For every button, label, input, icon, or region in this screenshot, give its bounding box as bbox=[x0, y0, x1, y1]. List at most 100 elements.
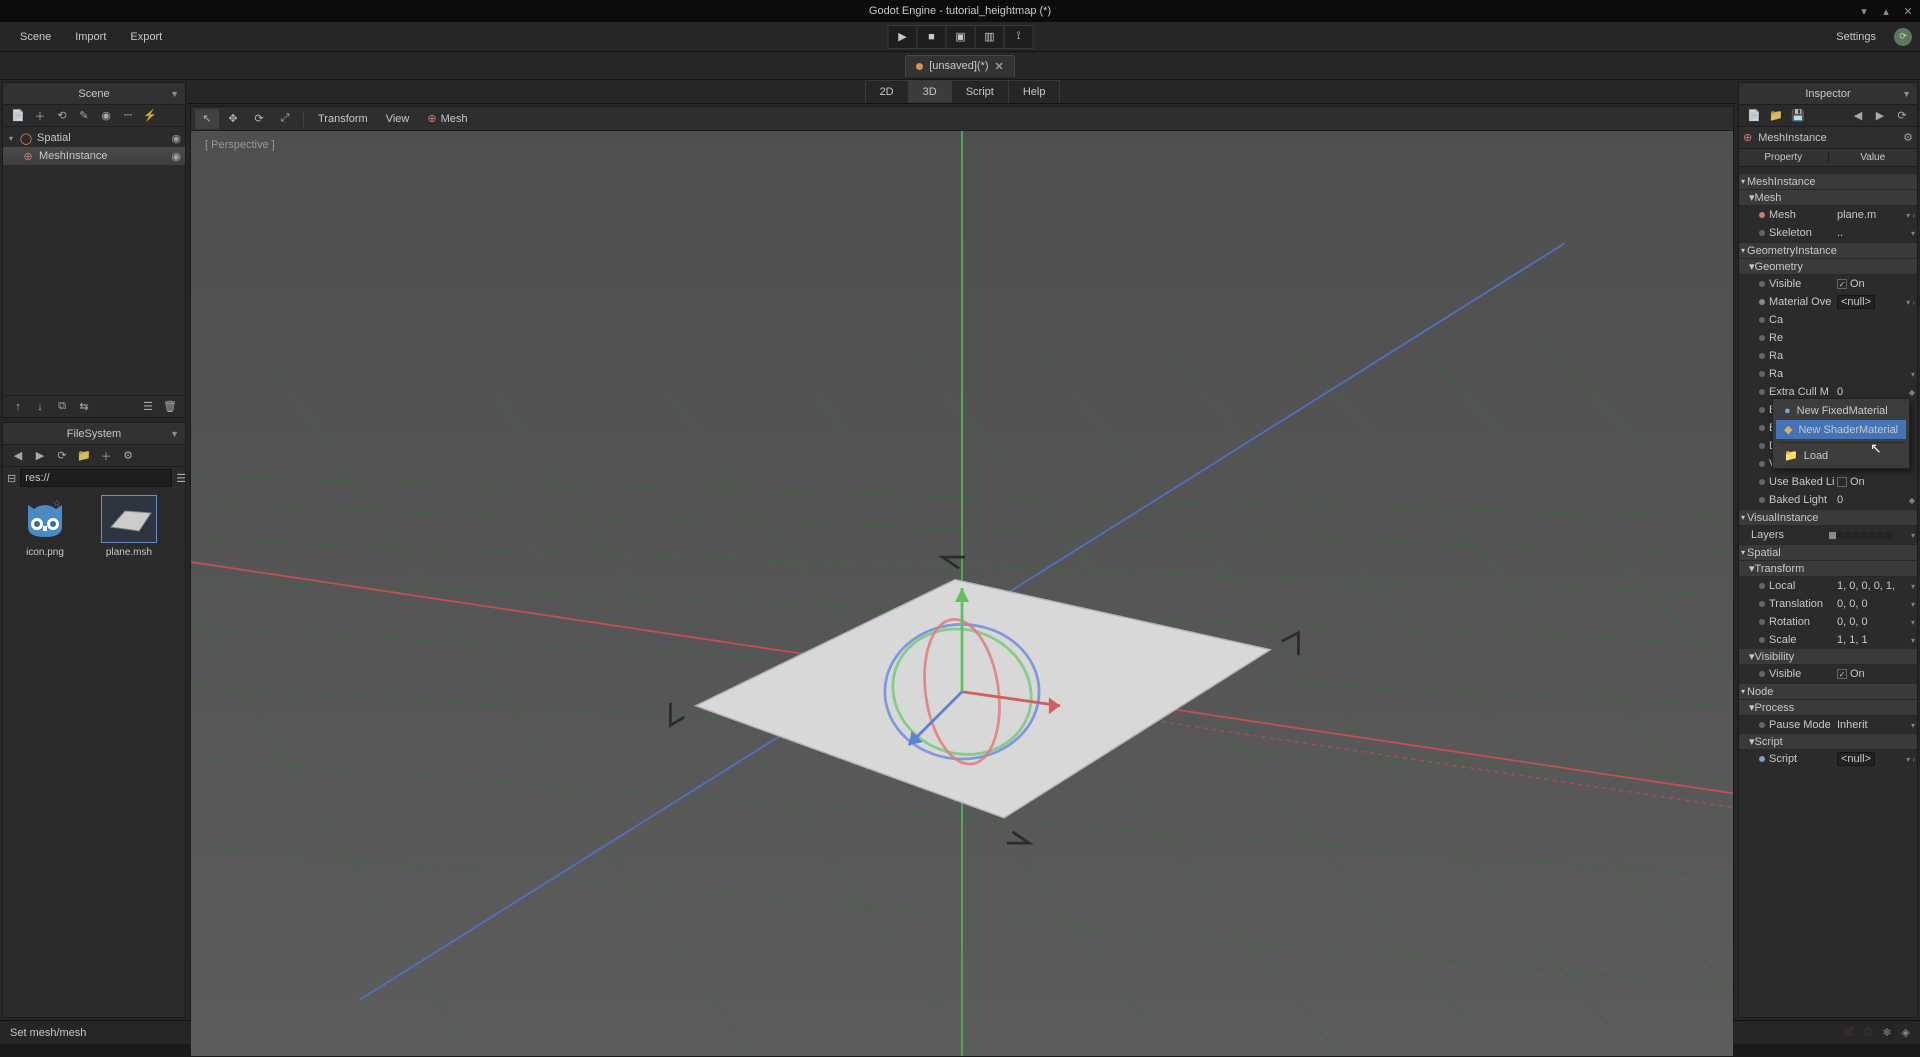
debugger-toggle-icon[interactable]: ⎙ bbox=[1864, 1026, 1873, 1039]
3d-viewport[interactable]: [ Perspective ] bbox=[191, 131, 1733, 1056]
collapse-icon[interactable]: ▾ bbox=[7, 134, 15, 143]
prop-range[interactable]: Ra bbox=[1739, 347, 1917, 365]
output-toggle-icon[interactable]: ⎚ bbox=[1845, 1026, 1854, 1039]
groups-icon[interactable]: ⎓ bbox=[117, 107, 139, 125]
scale-tool-icon[interactable]: ⤢ bbox=[273, 109, 297, 129]
play-custom-button[interactable]: ▥ bbox=[975, 25, 1005, 49]
subsection-script[interactable]: ▾Script bbox=[1739, 734, 1917, 750]
insp-open-icon[interactable]: 📁 bbox=[1765, 107, 1787, 125]
maximize-icon[interactable]: ▴ bbox=[1880, 5, 1892, 17]
insp-forward-icon[interactable]: ▶ bbox=[1869, 107, 1891, 125]
update-spinner-icon[interactable]: ⟳ bbox=[1894, 28, 1912, 46]
fs-refresh-icon[interactable]: ⟳ bbox=[51, 447, 73, 465]
visibility-toggle-icon[interactable]: ◉ bbox=[171, 132, 181, 145]
subsection-process[interactable]: ▾Process bbox=[1739, 700, 1917, 716]
gear-icon[interactable]: ⚙ bbox=[1903, 131, 1913, 144]
section-spatial[interactable]: ▾Spatial bbox=[1739, 544, 1917, 561]
ctx-new-shadermaterial[interactable]: ◆New ShaderMaterial bbox=[1776, 420, 1906, 439]
scene-node-spatial[interactable]: ▾ ◯ Spatial ◉ bbox=[3, 129, 185, 147]
section-geometryinstance[interactable]: ▾GeometryInstance bbox=[1739, 242, 1917, 259]
subsection-mesh[interactable]: ▾Mesh bbox=[1739, 190, 1917, 206]
prop-material-override[interactable]: Material Ove <null>▾ › bbox=[1739, 293, 1917, 311]
prop-layers[interactable]: Layers ▾ bbox=[1739, 526, 1917, 544]
close-window-icon[interactable]: ✕ bbox=[1902, 5, 1914, 17]
subsection-geometry[interactable]: ▾Geometry bbox=[1739, 259, 1917, 275]
menu-import[interactable]: Import bbox=[63, 27, 118, 47]
prop-rotation[interactable]: Rotation0, 0, 0▾ bbox=[1739, 613, 1917, 631]
prop-cast-shadow[interactable]: Ca bbox=[1739, 311, 1917, 329]
tab-help[interactable]: Help bbox=[1008, 80, 1061, 103]
instance-icon[interactable]: ⟲ bbox=[51, 107, 73, 125]
layers-visualizer[interactable] bbox=[1829, 532, 1892, 539]
duplicate-icon[interactable]: ⧉ bbox=[51, 398, 73, 416]
rotate-tool-icon[interactable]: ⟳ bbox=[247, 109, 271, 129]
anim-panel-icon[interactable]: ❄ bbox=[1882, 1026, 1891, 1039]
move-tool-icon[interactable]: ✥ bbox=[221, 109, 245, 129]
settings-button[interactable]: Settings bbox=[1826, 27, 1886, 47]
subsection-transform[interactable]: ▾Transform bbox=[1739, 561, 1917, 577]
select-tool-icon[interactable]: ↖ bbox=[195, 109, 219, 129]
insp-new-icon[interactable]: 📄 bbox=[1743, 107, 1765, 125]
scene-node-meshinstance[interactable]: ⊕ MeshInstance ◉ bbox=[3, 147, 185, 165]
tab-2d[interactable]: 2D bbox=[865, 80, 909, 103]
scene-panel-header[interactable]: Scene ▼ bbox=[3, 83, 185, 105]
replace-icon[interactable]: ✎ bbox=[73, 107, 95, 125]
checkbox-icon[interactable] bbox=[1837, 477, 1847, 487]
script-icon[interactable]: ⚡ bbox=[139, 107, 161, 125]
view-menu[interactable]: View bbox=[378, 110, 418, 128]
menu-scene[interactable]: Scene bbox=[8, 27, 63, 47]
connect-icon[interactable]: ◉ bbox=[95, 107, 117, 125]
section-visualinstance[interactable]: ▾VisualInstance bbox=[1739, 509, 1917, 526]
add-node-icon[interactable]: ＋ bbox=[29, 107, 51, 125]
fs-path-input[interactable] bbox=[20, 469, 172, 487]
new-node-icon[interactable]: 📄 bbox=[7, 107, 29, 125]
prop-visible[interactable]: Visible On bbox=[1739, 275, 1917, 293]
move-down-icon[interactable]: ↓ bbox=[29, 398, 51, 416]
minimize-icon[interactable]: ▾ bbox=[1858, 5, 1870, 17]
prop-visible2[interactable]: VisibleOn bbox=[1739, 665, 1917, 683]
prop-use-baked[interactable]: Use Baked LiOn bbox=[1739, 473, 1917, 491]
expand-panel-icon[interactable]: ◈ bbox=[1902, 1026, 1910, 1039]
prop-scale[interactable]: Scale1, 1, 1▾ bbox=[1739, 631, 1917, 649]
filesystem-panel-header[interactable]: FileSystem ▼ bbox=[3, 423, 185, 445]
inspector-body[interactable]: ▾MeshInstance ▾Mesh Mesh plane.m▾ › Skel… bbox=[1739, 173, 1917, 1017]
fs-folder-icon[interactable]: 📁 bbox=[73, 447, 95, 465]
insp-history-icon[interactable]: ⟳ bbox=[1891, 107, 1913, 125]
fs-item-plane-msh[interactable]: plane.msh bbox=[93, 495, 165, 558]
inspector-object-row[interactable]: ⊕ MeshInstance ⚙ bbox=[1739, 127, 1917, 149]
fs-tree-toggle-icon[interactable]: ⊟ bbox=[7, 469, 16, 487]
visibility-toggle-icon[interactable]: ◉ bbox=[171, 150, 181, 163]
prop-mesh[interactable]: Mesh plane.m▾ › bbox=[1739, 206, 1917, 224]
checkbox-icon[interactable] bbox=[1837, 279, 1847, 289]
play-button[interactable]: ▶ bbox=[888, 25, 918, 49]
prop-translation[interactable]: Translation0, 0, 0▾ bbox=[1739, 595, 1917, 613]
reparent-icon[interactable]: ⇆ bbox=[73, 398, 95, 416]
tab-script[interactable]: Script bbox=[951, 80, 1009, 103]
subsection-visibility[interactable]: ▾Visibility bbox=[1739, 649, 1917, 665]
document-tab[interactable]: [unsaved](*) ✕ bbox=[905, 55, 1015, 77]
fs-new-icon[interactable]: ＋ bbox=[95, 447, 117, 465]
favorite-icon[interactable]: ☆ bbox=[53, 498, 61, 509]
prop-local[interactable]: Local1, 0, 0, 0, 1,▾ bbox=[1739, 577, 1917, 595]
inspector-panel-header[interactable]: Inspector ▼ bbox=[1739, 83, 1917, 105]
ctx-load[interactable]: 📁Load bbox=[1776, 446, 1906, 465]
delete-icon[interactable]: 🗑 bbox=[159, 398, 181, 416]
ctx-new-fixedmaterial[interactable]: ●New FixedMaterial bbox=[1776, 402, 1906, 420]
play-scene-button[interactable]: ▣ bbox=[946, 25, 976, 49]
prop-pause-mode[interactable]: Pause ModeInherit▾ bbox=[1739, 716, 1917, 734]
fs-item-icon-png[interactable]: ☆ icon.png bbox=[9, 495, 81, 558]
debug-button[interactable]: ⟟ bbox=[1004, 25, 1034, 49]
perspective-label[interactable]: [ Perspective ] bbox=[205, 139, 275, 151]
fs-back-icon[interactable]: ◀ bbox=[7, 447, 29, 465]
fs-settings-icon[interactable]: ⚙ bbox=[117, 447, 139, 465]
section-node[interactable]: ▾Node bbox=[1739, 683, 1917, 700]
checkbox-icon[interactable] bbox=[1837, 669, 1847, 679]
fs-forward-icon[interactable]: ▶ bbox=[29, 447, 51, 465]
move-up-icon[interactable]: ↑ bbox=[7, 398, 29, 416]
prop-baked-light[interactable]: Baked Light0◆ bbox=[1739, 491, 1917, 509]
prop-receive-shadow[interactable]: Re bbox=[1739, 329, 1917, 347]
prop-skeleton[interactable]: Skeleton ..▾ bbox=[1739, 224, 1917, 242]
insp-save-icon[interactable]: 💾 bbox=[1787, 107, 1809, 125]
fs-listview-icon[interactable]: ☰ bbox=[176, 469, 186, 487]
tab-3d[interactable]: 3D bbox=[908, 80, 952, 103]
